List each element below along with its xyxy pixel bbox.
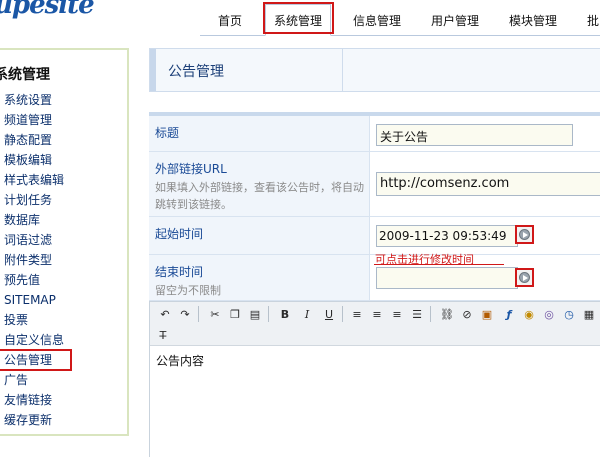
- sidebar-item-custom-info[interactable]: 自定义信息: [4, 330, 71, 350]
- sidebar-item-presets[interactable]: 预先值: [4, 270, 71, 290]
- page-header: 公告管理: [149, 48, 600, 92]
- sidebar-item-polls[interactable]: 投票: [4, 310, 71, 330]
- row-start-time: 起始时间 2009-11-23 09:53:49: [149, 217, 600, 255]
- paste-icon[interactable]: ▤: [246, 306, 264, 324]
- rich-text-editor: ↶ ↷ ✂ ❐ ▤ B I U ≡ ≡ ≡ ☰ ⛓ ⊘ ▣ ƒ ◉ ◎ ◷ ▦ …: [149, 301, 600, 457]
- end-time-label: 结束时间: [155, 265, 204, 279]
- header-marker: [150, 49, 156, 91]
- row-link: 外部链接URL 如果填入外部链接，查看该公告时，将自动跳转到该链接。 http:…: [149, 152, 600, 217]
- sidebar-item-sitemap[interactable]: SITEMAP: [4, 290, 71, 310]
- align-left-icon[interactable]: ≡: [348, 306, 366, 324]
- header-divider: [342, 49, 343, 91]
- copy-icon[interactable]: ❐: [226, 306, 244, 324]
- sidebar-item-static-config[interactable]: 静态配置: [4, 130, 71, 150]
- clear-format-icon[interactable]: T̶: [154, 327, 172, 345]
- flash-icon[interactable]: ƒ: [500, 306, 518, 324]
- sidebar-item-attachment-types[interactable]: 附件类型: [4, 250, 71, 270]
- sidebar-item-word-filter[interactable]: 词语过滤: [4, 230, 71, 250]
- nav-info[interactable]: 信息管理: [353, 12, 401, 29]
- sidebar-item-system-settings[interactable]: 系统设置: [4, 90, 71, 110]
- sidebar-title: 系统管理: [0, 67, 50, 83]
- sidebar-item-friend-links[interactable]: 友情链接: [4, 390, 71, 410]
- underline-icon[interactable]: U: [320, 306, 338, 324]
- link-hint: 如果填入外部链接，查看该公告时，将自动跳转到该链接。: [155, 181, 364, 211]
- callout-underline: [374, 264, 504, 265]
- title-input[interactable]: 关于公告: [376, 124, 573, 146]
- nav-divider: [200, 35, 600, 36]
- end-time-input[interactable]: [376, 267, 518, 289]
- nav-users[interactable]: 用户管理: [431, 12, 479, 29]
- sidebar-item-announcements[interactable]: 公告管理: [0, 349, 72, 371]
- start-time-label: 起始时间: [155, 227, 204, 241]
- cut-icon[interactable]: ✂: [206, 306, 224, 324]
- nav-modules[interactable]: 模块管理: [509, 12, 557, 29]
- editor-content[interactable]: 公告内容: [150, 346, 600, 375]
- end-time-picker-button[interactable]: [515, 268, 534, 287]
- align-right-icon[interactable]: ≡: [388, 306, 406, 324]
- link-input[interactable]: http://comsenz.com: [376, 172, 600, 196]
- end-time-hint: 留空为不限制: [155, 284, 221, 297]
- sidebar-item-scheduled-tasks[interactable]: 计划任务: [4, 190, 71, 210]
- toolbar-separator: [342, 306, 343, 322]
- media-icon[interactable]: ◉: [520, 306, 538, 324]
- bold-icon[interactable]: B: [276, 306, 294, 324]
- link-label-cell: 外部链接URL 如果填入外部链接，查看该公告时，将自动跳转到该链接。: [149, 152, 370, 216]
- start-time-input[interactable]: 2009-11-23 09:53:49: [376, 225, 518, 247]
- top-nav: 首页 系统管理 信息管理 用户管理 模块管理 批: [0, 0, 600, 38]
- justify-icon[interactable]: ☰: [408, 306, 426, 324]
- row-title: 标题 关于公告: [149, 116, 600, 152]
- table-icon[interactable]: ▦: [580, 306, 598, 324]
- page-title: 公告管理: [168, 64, 224, 80]
- unlink-icon[interactable]: ⊘: [458, 306, 476, 324]
- nav-system[interactable]: 系统管理: [265, 4, 332, 36]
- sidebar-item-cache-update[interactable]: 缓存更新: [4, 410, 71, 430]
- nav-batch[interactable]: 批: [587, 12, 599, 29]
- sidebar: 系统管理 系统设置 频道管理 静态配置 模板编辑 样式表编辑 计划任务 数据库 …: [0, 48, 129, 436]
- start-time-picker-button[interactable]: [515, 225, 534, 244]
- sidebar-item-ads[interactable]: 广告: [4, 370, 71, 390]
- undo-icon[interactable]: ↶: [156, 306, 174, 324]
- link-label: 外部链接URL: [155, 162, 227, 176]
- sidebar-item-database[interactable]: 数据库: [4, 210, 71, 230]
- title-label: 标题: [155, 126, 180, 140]
- redo-icon[interactable]: ↷: [176, 306, 194, 324]
- toolbar-separator: [198, 306, 199, 322]
- image-icon[interactable]: ▣: [478, 306, 496, 324]
- italic-icon[interactable]: I: [298, 306, 316, 324]
- nav-home[interactable]: 首页: [218, 12, 242, 29]
- end-label-cell: 结束时间 留空为不限制: [149, 255, 370, 300]
- sidebar-menu: 系统设置 频道管理 静态配置 模板编辑 样式表编辑 计划任务 数据库 词语过滤 …: [0, 90, 72, 430]
- sidebar-item-stylesheet-edit[interactable]: 样式表编辑: [4, 170, 71, 190]
- calendar-icon: [519, 229, 530, 240]
- sidebar-item-template-edit[interactable]: 模板编辑: [4, 150, 71, 170]
- special-char-icon[interactable]: ◎: [540, 306, 558, 324]
- link-icon[interactable]: ⛓: [438, 306, 456, 324]
- start-label-cell: 起始时间: [149, 217, 370, 254]
- time-icon[interactable]: ◷: [560, 306, 578, 324]
- announcement-form: 标题 关于公告 外部链接URL 如果填入外部链接，查看该公告时，将自动跳转到该链…: [149, 112, 600, 301]
- editor-toolbar: ↶ ↷ ✂ ❐ ▤ B I U ≡ ≡ ≡ ☰ ⛓ ⊘ ▣ ƒ ◉ ◎ ◷ ▦ …: [150, 302, 600, 346]
- title-label-cell: 标题: [149, 116, 370, 151]
- toolbar-separator: [430, 306, 431, 322]
- toolbar-separator: [268, 306, 269, 322]
- sidebar-item-channels[interactable]: 频道管理: [4, 110, 71, 130]
- align-center-icon[interactable]: ≡: [368, 306, 386, 324]
- calendar-icon: [519, 272, 530, 283]
